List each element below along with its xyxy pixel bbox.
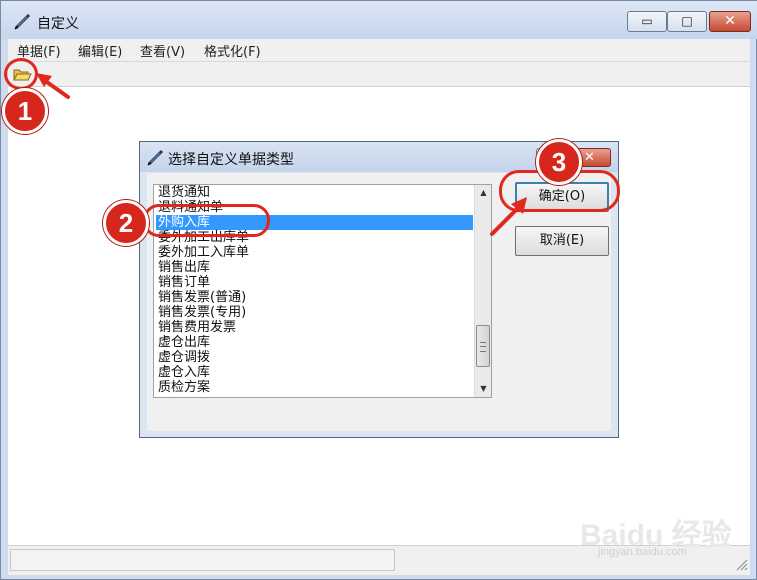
menu-item-document[interactable]: 单据(F) bbox=[17, 41, 61, 60]
maximize-icon: □ bbox=[681, 14, 693, 28]
list-item[interactable]: 虚仓出库 bbox=[156, 335, 473, 350]
list-item[interactable]: 销售出库 bbox=[156, 260, 473, 275]
minimize-icon: ▭ bbox=[641, 14, 653, 28]
list-scrollbar[interactable]: ▲ ▼ bbox=[474, 185, 491, 397]
menu-item-format[interactable]: 格式化(F) bbox=[204, 41, 261, 60]
step-badge-3: 3 bbox=[536, 139, 582, 185]
scroll-down-icon[interactable]: ▼ bbox=[475, 381, 491, 397]
menu-item-view[interactable]: 查看(V) bbox=[140, 41, 185, 60]
pen-icon bbox=[14, 13, 31, 30]
resize-grip-icon[interactable] bbox=[733, 556, 748, 571]
step-badge-2: 2 bbox=[103, 200, 149, 246]
minimize-button[interactable]: ▭ bbox=[627, 11, 667, 32]
cancel-button[interactable]: 取消(E) bbox=[515, 226, 609, 256]
dialog-title: 选择自定义单据类型 bbox=[168, 152, 294, 168]
list-item[interactable]: 销售发票(普通) bbox=[156, 290, 473, 305]
list-item[interactable]: 销售费用发票 bbox=[156, 320, 473, 335]
title-bar: 自定义 ▭ □ ✕ bbox=[1, 1, 757, 39]
close-button[interactable]: ✕ bbox=[709, 11, 751, 32]
menu-bar: 单据(F) 编辑(E) 查看(V) 格式化(F) bbox=[8, 39, 750, 62]
watermark-url: jingyan.baidu.com bbox=[598, 546, 687, 558]
status-pane bbox=[10, 549, 395, 571]
annotation-ring-2 bbox=[143, 204, 270, 237]
list-item[interactable]: 委外加工入库单 bbox=[156, 245, 473, 260]
list-item[interactable]: 虚仓入库 bbox=[156, 365, 473, 380]
scroll-up-icon[interactable]: ▲ bbox=[475, 185, 491, 201]
list-item[interactable]: 质检方案 bbox=[156, 380, 473, 395]
list-item[interactable]: 虚仓调拨 bbox=[156, 350, 473, 365]
maximize-button[interactable]: □ bbox=[667, 11, 707, 32]
menu-item-edit[interactable]: 编辑(E) bbox=[78, 41, 122, 60]
toolbar bbox=[8, 62, 750, 87]
list-item[interactable]: 销售订单 bbox=[156, 275, 473, 290]
annotation-ring-1 bbox=[4, 58, 38, 90]
window-title: 自定义 bbox=[37, 16, 79, 32]
step-badge-1: 1 bbox=[2, 88, 48, 134]
pen-icon bbox=[147, 149, 164, 166]
scroll-thumb[interactable] bbox=[476, 325, 490, 367]
list-item[interactable]: 退货通知 bbox=[156, 185, 473, 200]
close-icon: ✕ bbox=[724, 13, 736, 29]
list-item[interactable]: 销售发票(专用) bbox=[156, 305, 473, 320]
